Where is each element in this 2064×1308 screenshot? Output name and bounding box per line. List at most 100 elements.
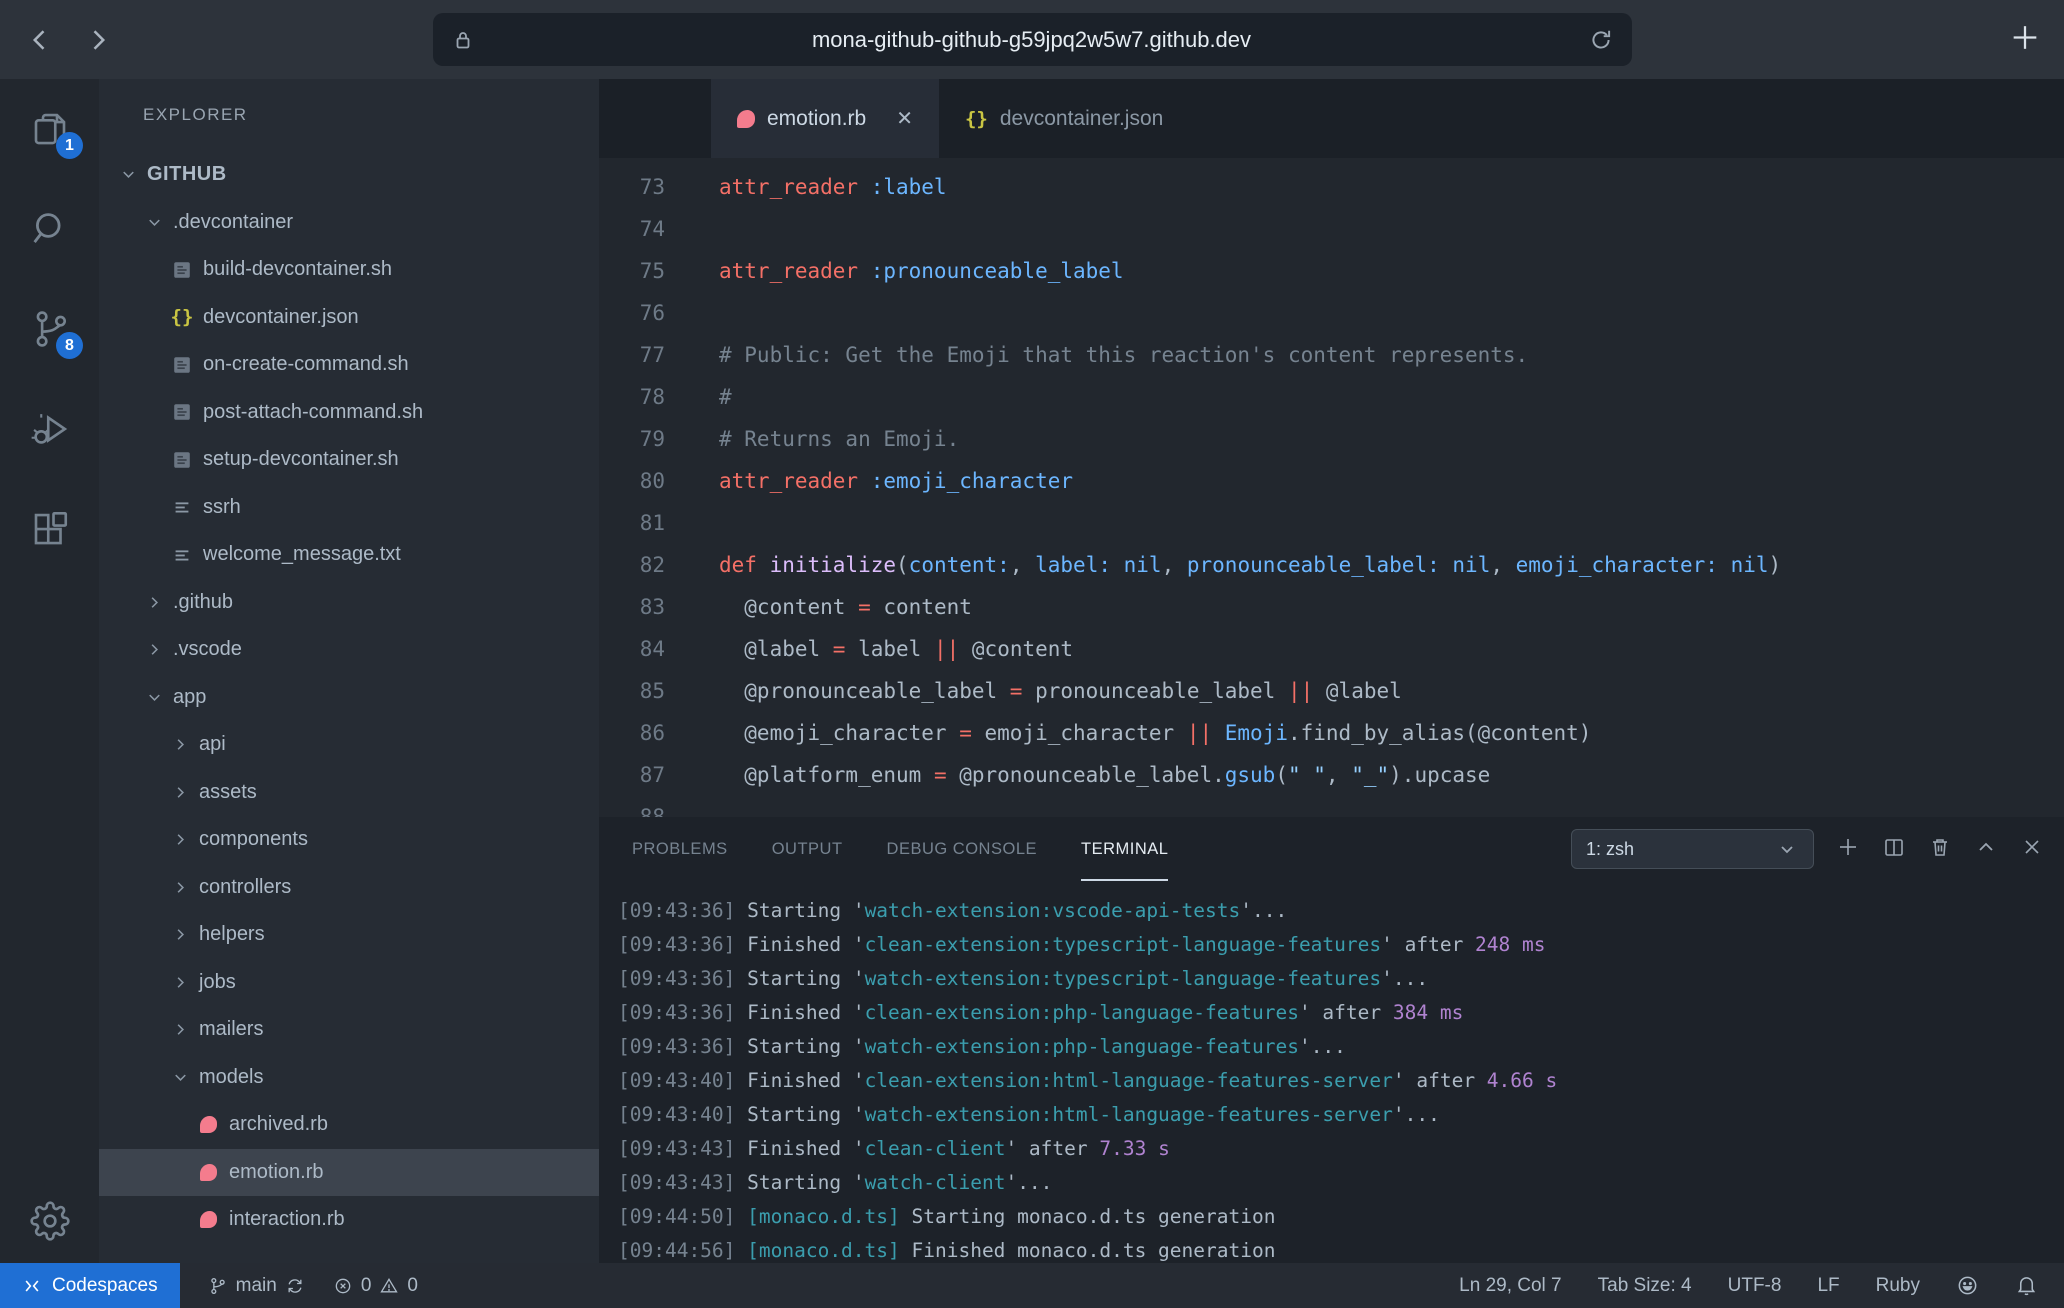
tree-item-app[interactable]: app [99, 674, 599, 722]
codespaces-remote-indicator[interactable]: Codespaces [0, 1263, 180, 1308]
forward-button[interactable] [82, 25, 112, 55]
tree-item-on-create-command-sh[interactable]: on-create-command.sh [99, 341, 599, 389]
editor-tab-emotion-rb[interactable]: emotion.rb✕ [711, 79, 939, 158]
tree-item-github[interactable]: GITHUB [99, 151, 599, 199]
tree-item-label: archived.rb [229, 1113, 328, 1136]
feedback-button[interactable] [1956, 1274, 1979, 1297]
editor-tab-devcontainer-json[interactable]: {}devcontainer.json [939, 79, 1189, 158]
code-line-85: 85 @pronounceable_label = pronounceable_… [599, 670, 2064, 712]
tab-size[interactable]: Tab Size: 4 [1598, 1275, 1692, 1297]
chevron-right-icon [167, 783, 193, 802]
tree-item-label: .github [173, 591, 233, 614]
json-file-icon: {} [965, 108, 988, 130]
tree-item-label: controllers [199, 876, 291, 899]
code-line-78: 78# [599, 376, 2064, 418]
line-number: 81 [599, 511, 665, 535]
tree-item-ssrh[interactable]: ssrh [99, 484, 599, 532]
ruby-file-icon [737, 110, 755, 128]
shell-file-icon [167, 401, 197, 423]
line-number: 80 [599, 469, 665, 493]
maximize-panel-button[interactable] [1974, 835, 1998, 864]
code-text: attr_reader :label [665, 175, 947, 199]
panel-tab-output[interactable]: OUTPUT [772, 817, 843, 881]
encoding[interactable]: UTF-8 [1728, 1275, 1782, 1297]
notifications-button[interactable] [2015, 1274, 2038, 1297]
extensions-icon [29, 508, 71, 550]
tree-item-api[interactable]: api [99, 721, 599, 769]
chevron-right-icon [167, 973, 193, 992]
close-tab-icon[interactable]: ✕ [896, 106, 913, 131]
lock-icon [451, 28, 475, 52]
code-editor[interactable]: 73attr_reader :label7475attr_reader :pro… [599, 158, 2064, 817]
tree-item-emotion-rb[interactable]: emotion.rb [99, 1149, 599, 1197]
explorer-title: EXPLORER [99, 79, 599, 151]
tree-item--devcontainer[interactable]: .devcontainer [99, 199, 599, 247]
browser-toolbar: mona-github-github-g59jpq2w5w7.github.de… [0, 0, 2064, 79]
line-number: 87 [599, 763, 665, 787]
code-line-88: 88 [599, 796, 2064, 817]
warning-icon [379, 1276, 399, 1296]
line-number: 84 [599, 637, 665, 661]
tree-item-controllers[interactable]: controllers [99, 864, 599, 912]
cursor-position[interactable]: Ln 29, Col 7 [1459, 1275, 1561, 1297]
settings-button[interactable] [0, 1201, 99, 1241]
shell-select-value: 1: zsh [1586, 839, 1634, 860]
split-terminal-button[interactable] [1882, 835, 1906, 864]
line-number: 74 [599, 217, 665, 241]
tree-item-label: interaction.rb [229, 1208, 345, 1231]
remote-codespaces-icon [22, 1276, 42, 1296]
back-arrow-icon [26, 25, 56, 55]
tree-item-label: assets [199, 781, 257, 804]
text-file-icon [167, 496, 197, 518]
warning-count: 0 [407, 1275, 418, 1297]
tree-item-helpers[interactable]: helpers [99, 911, 599, 959]
tree-item-assets[interactable]: assets [99, 769, 599, 817]
problems-indicator[interactable]: 0 0 [333, 1275, 418, 1297]
error-count: 0 [361, 1275, 372, 1297]
language-mode[interactable]: Ruby [1876, 1275, 1920, 1297]
panel-controls: 1: zsh [1571, 817, 2044, 881]
tree-item-interaction-rb[interactable]: interaction.rb [99, 1196, 599, 1244]
code-line-76: 76 [599, 292, 2064, 334]
activity-item-source-control[interactable]: 8 [0, 279, 99, 379]
tree-item-build-devcontainer-sh[interactable]: build-devcontainer.sh [99, 246, 599, 294]
tree-item-mailers[interactable]: mailers [99, 1006, 599, 1054]
tree-item-devcontainer-json[interactable]: {}devcontainer.json [99, 294, 599, 342]
tree-item-models[interactable]: models [99, 1054, 599, 1102]
file-tree: GITHUB .devcontainer build-devcontainer.sh… [99, 151, 599, 1244]
tree-item-setup-devcontainer-sh[interactable]: setup-devcontainer.sh [99, 436, 599, 484]
activity-item-extensions[interactable] [0, 479, 99, 579]
terminal-shell-select[interactable]: 1: zsh [1571, 829, 1814, 869]
tree-item--vscode[interactable]: .vscode [99, 626, 599, 674]
address-bar[interactable]: mona-github-github-g59jpq2w5w7.github.de… [433, 13, 1632, 66]
tree-item-label: .devcontainer [173, 211, 293, 234]
tree-item-archived-rb[interactable]: archived.rb [99, 1101, 599, 1149]
tree-item--github[interactable]: .github [99, 579, 599, 627]
tree-item-jobs[interactable]: jobs [99, 959, 599, 1007]
chevron-down-icon [115, 165, 141, 184]
reload-button[interactable] [1588, 27, 1614, 53]
activity-item-explorer[interactable]: 1 [0, 79, 99, 179]
panel-tab-terminal[interactable]: TERMINAL [1081, 817, 1168, 881]
new-terminal-button[interactable] [1836, 835, 1860, 864]
terminal-output[interactable]: [09:43:36] Starting 'watch-extension:vsc… [599, 881, 2064, 1263]
tree-item-components[interactable]: components [99, 816, 599, 864]
line-number: 85 [599, 679, 665, 703]
tree-item-welcome-message-txt[interactable]: welcome_message.txt [99, 531, 599, 579]
branch-name: main [236, 1275, 277, 1297]
kill-terminal-button[interactable] [1928, 835, 1952, 864]
code-line-79: 79# Returns an Emoji. [599, 418, 2064, 460]
activity-item-run-debug[interactable] [0, 379, 99, 479]
back-button[interactable] [26, 25, 56, 55]
chevron-right-icon [167, 830, 193, 849]
panel-tab-problems[interactable]: PROBLEMS [632, 817, 728, 881]
activity-item-search[interactable] [0, 179, 99, 279]
code-line-77: 77# Public: Get the Emoji that this reac… [599, 334, 2064, 376]
chevron-right-icon [141, 640, 167, 659]
eol[interactable]: LF [1817, 1275, 1839, 1297]
panel-tab-debug-console[interactable]: DEBUG CONSOLE [887, 817, 1037, 881]
new-tab-button[interactable] [2008, 20, 2042, 59]
branch-indicator[interactable]: main [208, 1275, 305, 1297]
close-panel-button[interactable] [2020, 835, 2044, 864]
tree-item-post-attach-command-sh[interactable]: post-attach-command.sh [99, 389, 599, 437]
